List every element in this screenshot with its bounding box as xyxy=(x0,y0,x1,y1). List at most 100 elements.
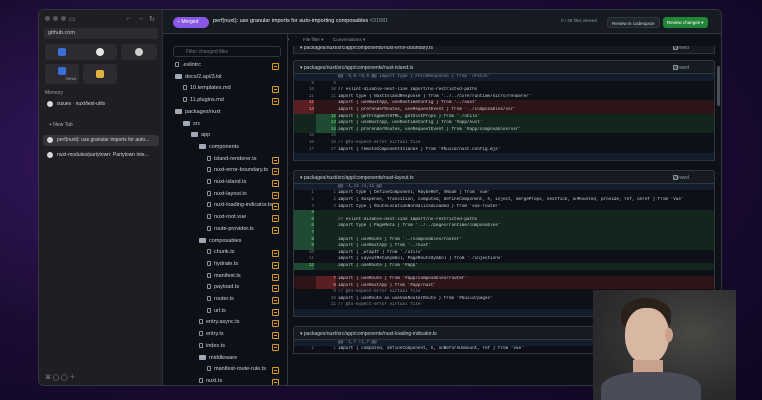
tree-folder[interactable]: packages/nuxt xyxy=(175,109,220,119)
file-diff-icon xyxy=(272,168,279,176)
file-icon xyxy=(207,225,211,231)
favorite-tile-openai[interactable] xyxy=(121,44,157,60)
tree-file[interactable]: entry.ts xyxy=(199,331,224,341)
file-filter-dropdown[interactable]: File filter ▾ xyxy=(303,37,324,43)
tree-file[interactable]: nuxt-island.ts xyxy=(207,179,246,189)
diff-line[interactable]: 7 import { useRoute } from '#app/composab… xyxy=(294,276,714,283)
tree-file[interactable]: nuxt.ts xyxy=(199,378,222,385)
tree-file[interactable]: route-provider.ts xyxy=(207,226,254,236)
maximize-window-button[interactable] xyxy=(61,16,66,21)
diff-line[interactable]: 17 17 import { remoteComponentIslands } fr… xyxy=(294,147,714,154)
diff-line[interactable]: 11 11 import type { NuxtIslandResponse } f… xyxy=(294,94,714,101)
diff-line[interactable]: 10 10// eslint-disable-next-line import/n… xyxy=(294,87,714,94)
person-face xyxy=(625,308,669,364)
github-icon xyxy=(47,101,53,107)
diff-file-header[interactable]: ▾ packages/nuxt/src/app/components/nuxt-… xyxy=(293,60,715,74)
tree-file[interactable]: 11.plugins.md xyxy=(183,97,224,107)
diff-line[interactable] xyxy=(294,270,714,277)
reload-icon[interactable]: ↻ xyxy=(149,15,155,23)
tree-file[interactable]: island-renderer.ts xyxy=(207,156,257,166)
pr-title: perf(nuxt): use granular imports for aut… xyxy=(213,18,389,24)
file-icon xyxy=(207,307,211,313)
sidebar-toggle-icon[interactable]: ▭ xyxy=(69,15,76,23)
diff-scrollbar[interactable] xyxy=(717,66,720,106)
diff-line[interactable]: 14 import { prerenderRoutes, useRequestEv… xyxy=(294,126,714,134)
file-diff-icon xyxy=(272,86,279,94)
tree-file[interactable]: entry.async.ts xyxy=(199,319,240,329)
tree-folder[interactable]: app xyxy=(191,132,210,142)
diff-line[interactable]: 3 3 import type { RouteLocationNormalizedL… xyxy=(294,204,714,211)
diff-line[interactable]: 5// eslint-disable-next-line import/no-r… xyxy=(294,216,714,224)
diff-file-body: @@ -9,9 +9,9 @@ import type { FetchRespo… xyxy=(293,74,715,161)
favorite-tile-blue[interactable] xyxy=(45,44,79,60)
tree-file[interactable]: index.ts xyxy=(199,343,225,353)
diff-line[interactable]: 8 import { useNuxtApp } from '#app/nuxt' xyxy=(294,282,714,290)
file-icon xyxy=(183,97,187,103)
tree-file[interactable]: url.ts xyxy=(207,308,226,318)
tree-folder[interactable]: docs/2.api/3.kit xyxy=(175,74,222,84)
diff-line[interactable]: @@ -9,9 +9,9 @@ import type { FetchRespo… xyxy=(294,74,714,81)
diff-line[interactable]: 12 import { useNuxtApp, useRuntimeConfig … xyxy=(294,100,714,107)
person-shirt xyxy=(601,372,701,400)
diff-line[interactable]: 2 2 import { Suspense, Transition, compute… xyxy=(294,197,714,204)
forward-icon[interactable]: → xyxy=(137,15,144,22)
diff-file-header[interactable]: ▾ packages/nuxt/src/app/components/nuxt-… xyxy=(293,169,715,184)
browser-sidebar: ▭ ← → ↻ github.com GitHub Memory issues … xyxy=(39,10,163,385)
tree-folder[interactable]: components xyxy=(199,144,239,154)
diff-line[interactable]: 10 import { _wrapIf } from './utils' xyxy=(294,250,714,257)
tree-folder[interactable]: middleware xyxy=(199,355,237,365)
diff-line[interactable]: 4 xyxy=(294,210,714,217)
conversations-dropdown[interactable]: Conversations ▾ xyxy=(333,37,365,43)
diff-line[interactable]: 15 15 xyxy=(294,133,714,140)
close-window-button[interactable] xyxy=(45,16,50,21)
tab-pr[interactable]: perf(nuxt): use granular imports for aut… xyxy=(43,135,159,146)
memory-item[interactable]: issues · nuxt/test-utils xyxy=(43,99,159,110)
tree-file[interactable]: nuxt-error-boundary.ts xyxy=(207,167,268,177)
github-icon xyxy=(96,48,104,56)
diff-line[interactable]: 9 import { useNuxtApp } from '../nuxt' xyxy=(294,243,714,250)
tree-file[interactable]: manifest-route-rule.ts xyxy=(207,366,266,376)
favorite-tile-yellow[interactable] xyxy=(83,64,117,84)
diff-line[interactable] xyxy=(294,153,714,160)
diff-line[interactable]: 1 1 import type { DefineComponent, MaybeRe… xyxy=(294,190,714,197)
diff-file-header[interactable]: ▾ packages/nuxt/src/app/components/nuxt-… xyxy=(293,46,715,54)
tree-file[interactable]: 10.templates.md xyxy=(183,85,231,95)
diff-line[interactable]: 12 import { getFragmentHTML, getSlotProps… xyxy=(294,113,714,121)
url-bar[interactable]: github.com xyxy=(44,28,158,39)
tree-file[interactable]: payload.ts xyxy=(207,284,239,294)
sidebar-bottom-icons[interactable]: ⌘ ◯ ◯ ＋ xyxy=(45,372,75,381)
diff-line[interactable]: 7 xyxy=(294,229,714,237)
diff-line[interactable]: 11 import { LayoutMetaSymbol, PageRouteSy… xyxy=(294,256,714,263)
file-icon xyxy=(199,331,203,337)
minimize-window-button[interactable] xyxy=(53,16,58,21)
tree-file[interactable]: nuxt-root.vue xyxy=(207,214,246,224)
diff-line[interactable]: 6 import type { PageMeta } from '../../pa… xyxy=(294,223,714,230)
diff-line[interactable]: 13 import { prerenderRoutes, useRequestEv… xyxy=(294,106,714,114)
filter-files-input[interactable]: Filter changed files xyxy=(173,46,281,57)
diff-line[interactable]: 12 import { useRoute } from '#app' xyxy=(294,262,714,270)
diff-line[interactable]: 16 16// @ts-expect-error virtual file xyxy=(294,140,714,147)
tab-partytown[interactable]: nuxt-modules/partytown: Partytown inte..… xyxy=(43,150,159,161)
new-tab-button[interactable]: + New Tab xyxy=(49,122,73,128)
tree-file[interactable]: .eslintrc xyxy=(175,62,201,72)
tree-file[interactable]: nuxt-loading-indicator.ts xyxy=(207,202,272,212)
tree-folder[interactable]: src xyxy=(183,121,200,131)
file-diff-icon xyxy=(272,203,279,211)
favorite-tile-square[interactable]: GitHub xyxy=(45,64,79,84)
tree-folder[interactable]: composables xyxy=(199,238,241,248)
diff-line[interactable]: 13 import { useNuxtApp, useRuntimeConfig … xyxy=(294,120,714,127)
file-icon xyxy=(207,155,211,161)
review-codespace-button[interactable]: Review in codespace xyxy=(607,17,660,28)
diff-line[interactable]: 99 xyxy=(294,81,714,88)
tree-file[interactable]: hydrate.ts xyxy=(207,261,238,271)
diff-line[interactable]: 8 import { useRoute } from '../composable… xyxy=(294,236,714,244)
review-changes-button[interactable]: Review changes ▾ xyxy=(663,17,708,28)
back-icon[interactable]: ← xyxy=(125,15,132,22)
tree-file[interactable]: nuxt-layout.ts xyxy=(207,191,247,201)
tree-file[interactable]: chunk.ts xyxy=(207,249,234,259)
file-tree: Filter changed files .eslintrc docs/2.api… xyxy=(163,34,288,385)
diff-line[interactable]: @@ -1,13 +1,11 @@ xyxy=(294,183,714,191)
tree-file[interactable]: manifest.ts xyxy=(207,273,241,283)
favorite-tile-github[interactable] xyxy=(83,44,117,60)
tree-file[interactable]: router.ts xyxy=(207,296,234,306)
